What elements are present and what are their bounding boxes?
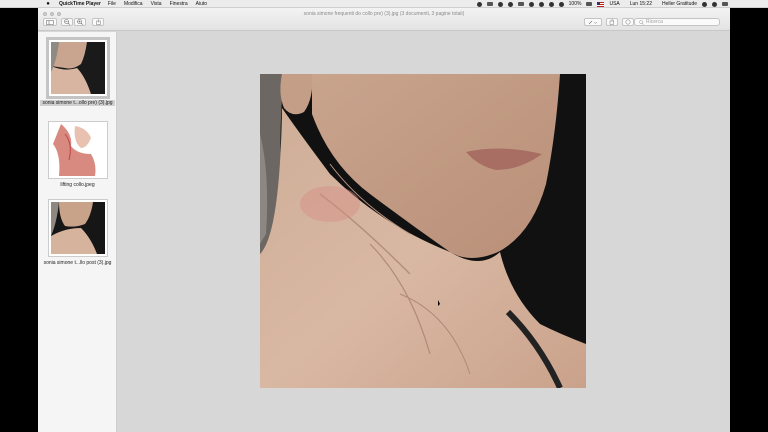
- bluetooth-icon[interactable]: [538, 1, 544, 7]
- share-button[interactable]: [92, 18, 104, 26]
- search-icon[interactable]: [702, 1, 707, 7]
- window-title: sonia simone frequenti do collo pre) (3)…: [303, 11, 465, 17]
- toolbox-icon: [625, 19, 631, 25]
- zoom-out-button[interactable]: [61, 18, 73, 26]
- thumbnail-item-1[interactable]: sonia simone t...ollo pre) (3).jpg: [38, 40, 117, 106]
- menu-modifica[interactable]: Modifica: [124, 1, 143, 7]
- rotate-button[interactable]: [606, 18, 618, 26]
- record-icon[interactable]: [476, 1, 482, 7]
- screen-icon[interactable]: [486, 2, 493, 6]
- neck-photo: [260, 74, 586, 388]
- rotate-icon: [609, 19, 615, 25]
- zoom-in-button[interactable]: [74, 18, 86, 26]
- markup-pen-button[interactable]: [584, 18, 602, 26]
- clock[interactable]: Lun 15:22: [630, 1, 652, 7]
- main-document-image[interactable]: [260, 74, 586, 388]
- zoom-in-icon: [77, 19, 83, 25]
- menu-aiuto[interactable]: Aiuto: [196, 1, 207, 7]
- pen-icon: [588, 20, 598, 24]
- flag-usa-icon[interactable]: [597, 1, 605, 7]
- search-placeholder: Ricerca: [646, 19, 663, 25]
- menu-vista[interactable]: Vista: [151, 1, 162, 7]
- sidebar-toggle-button[interactable]: [43, 18, 57, 26]
- battery-percent[interactable]: 100%: [569, 1, 582, 7]
- menu-bar: ● QuickTime Player File Modifica Vista F…: [0, 0, 768, 8]
- preview-window: sonia simone frequenti do collo pre) (3)…: [38, 8, 730, 432]
- search-field[interactable]: Ricerca: [634, 18, 720, 26]
- apple-menu-icon[interactable]: ●: [45, 1, 51, 7]
- thumbnail-caption-3: sonia simone t...llo post (3).jpg: [43, 260, 112, 266]
- thumbnail-image-neck-pre[interactable]: [48, 40, 107, 96]
- sidebar-icon: [46, 19, 54, 25]
- notification-center-icon[interactable]: [722, 2, 728, 6]
- input-source[interactable]: USA: [609, 1, 619, 7]
- toolbox-button[interactable]: [622, 18, 634, 26]
- wifi-icon[interactable]: [548, 1, 554, 7]
- zoom-out-icon: [64, 19, 70, 25]
- thumbnail-image-neck-post[interactable]: [48, 200, 107, 256]
- neck-post-thumbnail: [50, 202, 105, 254]
- screen: ● QuickTime Player File Modifica Vista F…: [0, 0, 768, 432]
- status-area: 100% USA Lun 15:22 Heller Gratitude: [476, 0, 728, 8]
- dropbox-icon[interactable]: [497, 1, 503, 7]
- thumbnail-sidebar: sonia simone t...ollo pre) (3).jpg lifti…: [38, 32, 117, 432]
- thumbnail-image-lifting[interactable]: [48, 122, 107, 178]
- siri-icon[interactable]: [712, 1, 717, 7]
- lifting-thumbnail: [50, 124, 105, 176]
- share-icon: [95, 19, 101, 25]
- neck-pre-thumbnail: [50, 42, 105, 94]
- thumbnail-caption-1: sonia simone t...ollo pre) (3).jpg: [40, 100, 115, 106]
- thumbnail-item-3[interactable]: sonia simone t...llo post (3).jpg: [38, 200, 117, 266]
- thumbnail-item-2[interactable]: lifting collo.jpeg: [38, 122, 117, 188]
- menu-file[interactable]: File: [108, 1, 116, 7]
- display-icon[interactable]: [517, 2, 524, 6]
- volume-icon[interactable]: [558, 1, 564, 7]
- user-name[interactable]: Heller Gratitude: [662, 1, 697, 7]
- menu-finestra[interactable]: Finestra: [170, 1, 188, 7]
- search-field-icon: [639, 19, 644, 25]
- thumbnail-caption-2: lifting collo.jpeg: [60, 182, 95, 188]
- title-bar: sonia simone frequenti do collo pre) (3)…: [38, 8, 730, 31]
- battery-icon[interactable]: [586, 2, 593, 6]
- menu-app-name[interactable]: QuickTime Player: [59, 1, 101, 7]
- time-machine-icon[interactable]: [528, 1, 534, 7]
- sync-icon[interactable]: [507, 1, 513, 7]
